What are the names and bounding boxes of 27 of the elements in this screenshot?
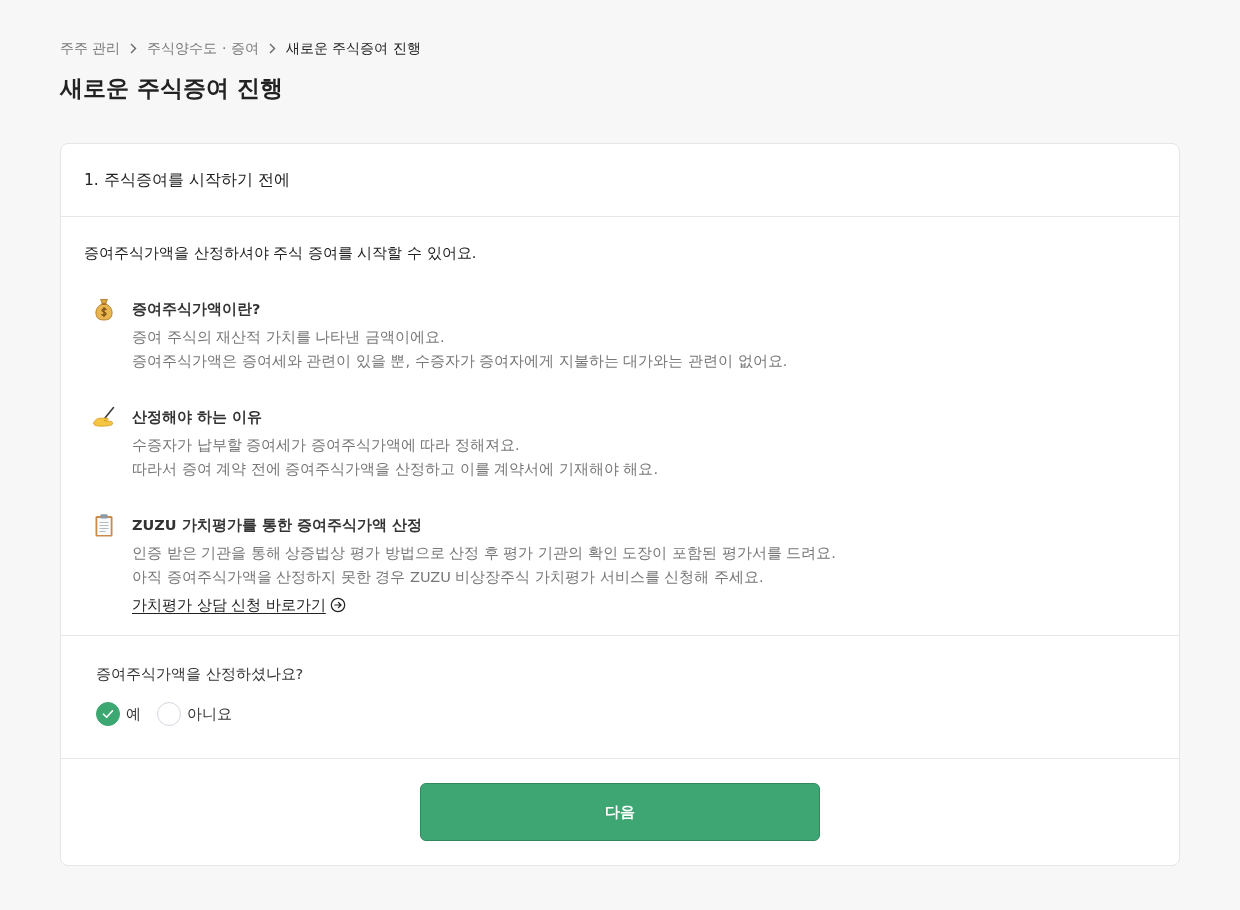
info-text: 아직 증여주식가액을 산정하지 못한 경우 ZUZU 비상장주식 가치평가 서비스를 신청해 주세요. bbox=[132, 568, 765, 587]
breadcrumb-link[interactable]: 주식양수도 · 증여 bbox=[147, 38, 259, 58]
breadcrumb-link[interactable]: 새로운 주식증여 진행 bbox=[285, 38, 421, 58]
step-title: 1. 주식증여를 시작하기 전에 bbox=[84, 170, 290, 191]
chevron-right-icon bbox=[130, 42, 138, 54]
writing-hand-icon bbox=[92, 405, 116, 429]
check-icon bbox=[101, 707, 115, 721]
radio-button[interactable] bbox=[96, 702, 120, 726]
info-title: ZUZU 가치평가를 통한 증여주식가액 산정 bbox=[132, 516, 423, 535]
arrow-circle-icon bbox=[329, 597, 346, 613]
chevron-right-icon bbox=[268, 42, 276, 54]
info-title: 증여주식가액이란? bbox=[132, 300, 262, 319]
info-title: 산정해야 하는 이유 bbox=[132, 408, 264, 427]
info-text: 인증 받은 기관을 통해 상증법상 평가 방법으로 산정 후 평가 기관의 확인 도장이 포함된 평가서를 드려요. bbox=[132, 544, 837, 563]
clipboard-icon bbox=[92, 513, 116, 537]
info-text: 수증자가 납부할 증여세가 증여주식가액에 따라 정해져요. bbox=[132, 436, 521, 455]
info-text: 증여주식가액은 증여세와 관련이 있을 뿐, 수증자가 증여자에게 지불하는 대가와는 관련이 없어요. bbox=[132, 352, 789, 371]
intro-text: 증여주식가액을 산정하셔야 주식 증여를 시작할 수 있어요. bbox=[84, 244, 478, 263]
page-title: 새로운 주식증여 진행 bbox=[60, 74, 284, 103]
info-text: 따라서 증여 계약 전에 증여주식가액을 산정하고 이를 계약서에 기재해야 해요. bbox=[132, 460, 660, 479]
breadcrumb-link[interactable]: 주주 관리 bbox=[60, 38, 121, 58]
info-text: 증여 주식의 재산적 가치를 나타낸 금액이에요. bbox=[132, 328, 446, 347]
consult-link[interactable]: 가치평가 상담 신청 바로가기 bbox=[132, 593, 346, 617]
question-text: 증여주식가액을 산정하셨나요? bbox=[96, 665, 305, 684]
radio-label[interactable]: 예 bbox=[126, 702, 141, 726]
radio-label[interactable]: 아니요 bbox=[187, 702, 232, 726]
money-bag-icon bbox=[92, 297, 116, 321]
